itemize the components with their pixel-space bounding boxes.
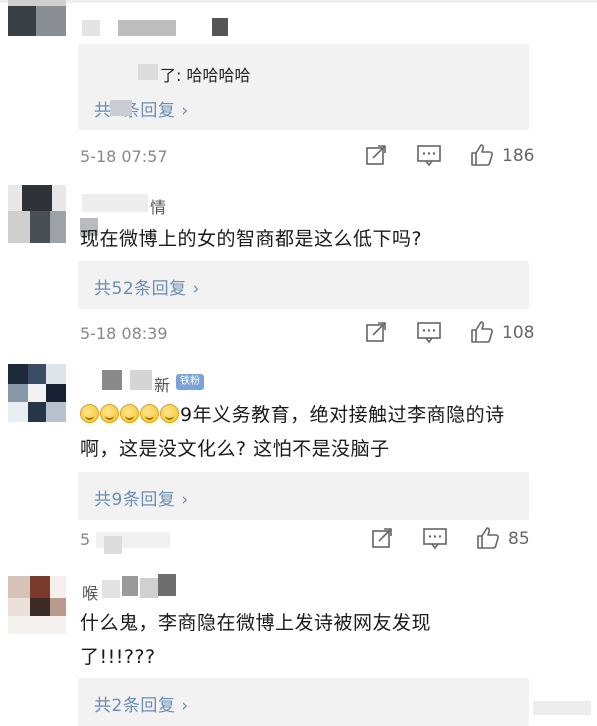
top-divider xyxy=(0,0,597,3)
avatar[interactable] xyxy=(8,0,66,36)
timestamp: 5-18 08:39 xyxy=(80,324,168,343)
username[interactable]: 情 xyxy=(150,194,166,218)
comment-meta: 5 85 xyxy=(0,526,597,556)
view-replies-label: 共3条回复 xyxy=(94,101,176,121)
reply-author-mosaic xyxy=(138,64,158,80)
username-mosaic xyxy=(102,580,120,598)
avatar[interactable] xyxy=(8,364,66,422)
like-icon[interactable] xyxy=(470,320,494,348)
username-mosaic xyxy=(82,194,148,212)
timestamp: 5-18 07:57 xyxy=(80,147,168,166)
comment-text: 什么鬼，李商隐在微博上发诗被网友发现 了!!!??? xyxy=(80,606,431,674)
view-replies-link[interactable]: 共3条回复 › xyxy=(94,96,189,121)
view-replies-label: 共9条回复 xyxy=(94,490,176,510)
username-mosaic xyxy=(140,578,158,598)
username-mosaic xyxy=(118,20,176,36)
chevron-right-icon: › xyxy=(192,279,200,299)
emoji-icon xyxy=(80,404,99,423)
comment-text: 9年义务教育，绝对接触过李商隐的诗 啊，这是没文化么? 这怕不是没脑子 xyxy=(80,398,505,466)
like-icon[interactable] xyxy=(470,143,494,171)
fan-badge: 铁粉 xyxy=(176,374,204,390)
username-mosaic xyxy=(102,370,122,390)
avatar[interactable] xyxy=(8,576,66,634)
view-replies-link[interactable]: 共2条回复 › xyxy=(94,691,189,716)
reply-preview-box[interactable]: 共9条回复 › xyxy=(78,472,529,520)
emoji-icon xyxy=(120,404,139,423)
like-count: 108 xyxy=(502,323,535,343)
username[interactable]: 喉 xyxy=(82,580,98,604)
comment-icon[interactable] xyxy=(422,526,448,554)
chevron-right-icon: › xyxy=(181,101,189,121)
avatar[interactable] xyxy=(8,185,66,243)
reply-preview-box[interactable]: 共2条回复 › xyxy=(78,678,529,726)
timestamp: 5 xyxy=(80,530,91,549)
reply-preview-box[interactable]: 共52条回复 › xyxy=(78,261,529,309)
reply-count-mosaic xyxy=(110,100,132,116)
reply-preview-box[interactable]: 了: 哈哈哈哈 共3条回复 › xyxy=(78,44,529,130)
username-mosaic xyxy=(82,20,100,36)
view-replies-link[interactable]: 共9条回复 › xyxy=(94,485,189,510)
emoji-icon xyxy=(100,404,119,423)
emoji-icon xyxy=(140,404,159,423)
watermark xyxy=(533,701,591,715)
comment-meta: 5-18 07:57 186 xyxy=(0,143,597,173)
username[interactable]: 新 xyxy=(154,372,170,396)
share-icon[interactable] xyxy=(364,143,388,171)
username-mosaic xyxy=(212,18,228,36)
comment-icon[interactable] xyxy=(416,143,442,171)
comment-text-line-2: 了!!!??? xyxy=(80,646,156,668)
comment-text-line-2: 啊，这是没文化么? 这怕不是没脑子 xyxy=(80,438,390,460)
view-replies-link[interactable]: 共52条回复 › xyxy=(94,274,200,299)
comment-text: 现在微博上的女的智商都是这么低下吗? xyxy=(80,228,423,250)
username-mosaic xyxy=(158,574,176,596)
username-mosaic xyxy=(130,370,152,390)
chevron-right-icon: › xyxy=(181,696,189,716)
like-count: 85 xyxy=(508,529,530,549)
timestamp-mosaic xyxy=(104,536,122,554)
emoji-icon xyxy=(160,404,179,423)
username-mosaic xyxy=(122,576,138,596)
share-icon[interactable] xyxy=(370,526,394,554)
view-replies-label: 共52条回复 xyxy=(94,279,187,299)
comment-icon[interactable] xyxy=(416,320,442,348)
like-icon[interactable] xyxy=(476,526,500,554)
comment-text-line-1: 9年义务教育，绝对接触过李商隐的诗 xyxy=(180,404,505,426)
like-count: 186 xyxy=(502,146,535,166)
comment-text-line-1: 什么鬼，李商隐在微博上发诗被网友发现 xyxy=(80,612,432,634)
view-replies-label: 共2条回复 xyxy=(94,696,176,716)
chevron-right-icon: › xyxy=(181,490,189,510)
comment-meta: 5-18 08:39 108 xyxy=(0,320,597,350)
reply-preview-text: 了: 哈哈哈哈 xyxy=(160,66,251,85)
share-icon[interactable] xyxy=(364,320,388,348)
